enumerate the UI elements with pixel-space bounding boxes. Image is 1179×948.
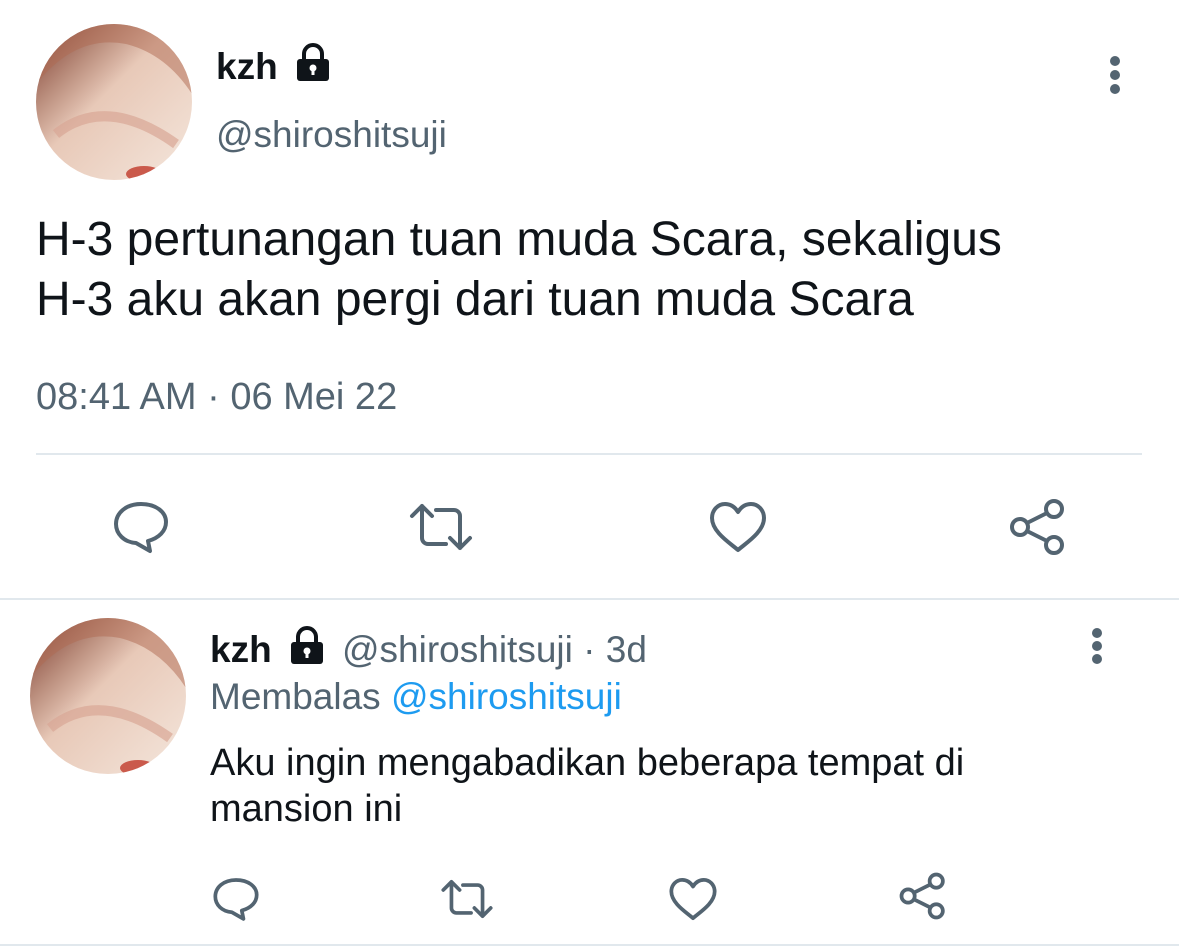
reply-text-line-1: Aku ingin mengabadikan beberapa tempat d… [210, 742, 965, 784]
more-options-icon[interactable] [1090, 628, 1104, 664]
reply-icon[interactable] [112, 500, 170, 554]
retweet-icon[interactable] [440, 878, 494, 920]
tweet-text-line-2: H-3 aku akan pergi dari tuan muda Scara [36, 273, 914, 326]
lock-icon [292, 42, 334, 89]
author-name[interactable]: kzh [210, 627, 272, 673]
replying-to-label: Membalas [210, 676, 381, 717]
like-icon[interactable] [708, 500, 768, 554]
divider [0, 598, 1179, 600]
tweet-age: · 3d [583, 629, 647, 670]
reply-icon[interactable] [212, 876, 260, 922]
replying-to-link[interactable]: @shiroshitsuji [391, 676, 622, 717]
replying-to: Membalas @shiroshitsuji [210, 674, 622, 720]
reply-text-line-2: mansion ini [210, 788, 403, 830]
author-handle-text[interactable]: @shiroshitsuji [342, 629, 573, 670]
divider [36, 453, 1142, 455]
share-icon[interactable] [1008, 498, 1068, 556]
author-handle[interactable]: @shiroshitsuji · 3d [342, 627, 647, 673]
share-icon[interactable] [898, 872, 948, 920]
tweet-text-line-1: H-3 pertunangan tuan muda Scara, sekalig… [36, 213, 1002, 266]
avatar[interactable] [30, 618, 186, 774]
more-options-icon[interactable] [1108, 56, 1122, 94]
tweet-timestamp[interactable]: 08:41 AM · 06 Mei 22 [36, 374, 397, 420]
author-name[interactable]: kzh [216, 44, 278, 90]
lock-icon [286, 625, 328, 672]
author-handle[interactable]: @shiroshitsuji [216, 112, 447, 158]
retweet-icon[interactable] [408, 502, 474, 552]
divider [0, 944, 1179, 946]
like-icon[interactable] [668, 876, 718, 922]
avatar[interactable] [36, 24, 192, 180]
